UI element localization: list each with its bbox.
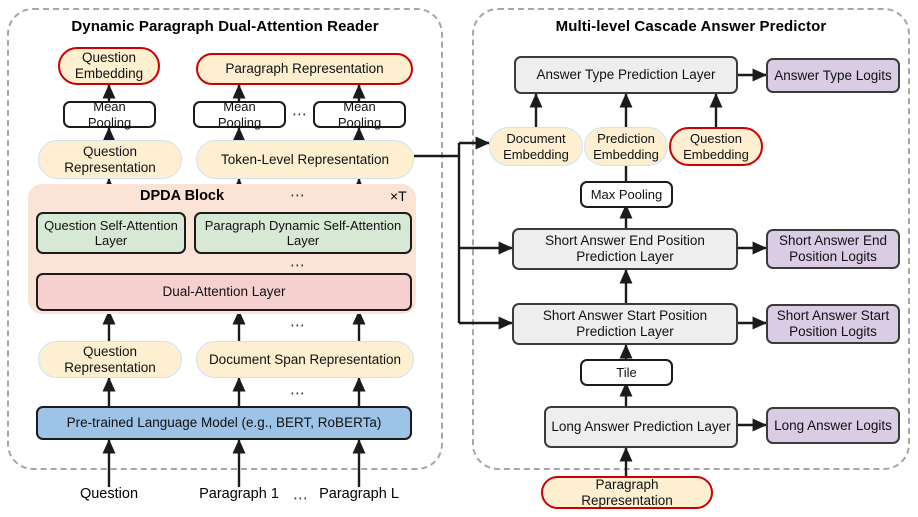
panel-left-title: Dynamic Paragraph Dual-Attention Reader: [71, 18, 379, 35]
node-mean-pooling-paragraph-1[interactable]: Mean Pooling: [193, 99, 286, 130]
node-label: Paragraph Representation: [581, 476, 673, 508]
node-label: Mean Pooling: [87, 99, 132, 130]
node-question-embedding-right[interactable]: Question Embedding: [669, 127, 763, 166]
node-label: Short Answer Start Position Logits: [776, 308, 890, 339]
node-answer-type-prediction-layer[interactable]: Answer Type Prediction Layer: [514, 56, 738, 94]
ellipsis-dpda-mid: ⋯: [290, 257, 306, 274]
node-label: Pre-trained Language Model (e.g., BERT, …: [66, 415, 382, 431]
node-long-answer-prediction-layer[interactable]: Long Answer Prediction Layer: [544, 406, 738, 448]
node-label: Answer Type Prediction Layer: [536, 67, 716, 83]
input-label-question: Question: [79, 486, 139, 502]
node-token-level-representation[interactable]: Token-Level Representation: [196, 140, 414, 179]
ellipsis-mean-pooling: ⋯: [292, 106, 308, 123]
node-label: Question Representation: [64, 343, 156, 375]
node-document-span-representation[interactable]: Document Span Representation: [196, 341, 414, 378]
node-label: Paragraph Representation: [225, 61, 384, 77]
node-dual-attention-layer[interactable]: Dual-Attention Layer: [36, 273, 412, 311]
node-short-answer-start-position-logits[interactable]: Short Answer Start Position Logits: [766, 304, 900, 344]
node-question-self-attention-layer[interactable]: Question Self-Attention Layer: [36, 212, 186, 254]
node-label: Max Pooling: [590, 186, 663, 202]
dpda-repeat-marker: ×T: [390, 188, 407, 204]
node-label: Tile: [616, 364, 637, 380]
node-label: Question Representation: [64, 143, 156, 175]
node-answer-type-logits[interactable]: Answer Type Logits: [766, 58, 900, 93]
node-label: Token-Level Representation: [220, 151, 390, 167]
node-label: Question Embedding: [74, 50, 144, 81]
node-paragraph-dynamic-self-attention-layer[interactable]: Paragraph Dynamic Self-Attention Layer: [194, 212, 412, 254]
ellipsis-dpda-top: ⋯: [290, 187, 306, 204]
node-label: Question Embedding: [683, 131, 749, 162]
node-label: Question Self-Attention Layer: [44, 217, 178, 248]
node-label: Mean Pooling: [217, 99, 262, 130]
node-paragraph-representation-right[interactable]: Paragraph Representation: [541, 476, 713, 509]
node-max-pooling[interactable]: Max Pooling: [580, 181, 673, 208]
node-pretrained-language-model[interactable]: Pre-trained Language Model (e.g., BERT, …: [36, 406, 412, 440]
node-question-representation-top[interactable]: Question Representation: [38, 140, 182, 179]
node-label: Long Answer Prediction Layer: [551, 419, 731, 435]
node-mean-pooling-question[interactable]: Mean Pooling: [63, 99, 156, 130]
node-label: Prediction Embedding: [593, 131, 659, 162]
node-label: Paragraph Dynamic Self-Attention Layer: [204, 217, 402, 248]
node-label: Document Embedding: [503, 131, 569, 162]
input-label-paragraph-l: Paragraph L: [319, 486, 399, 502]
node-label: Answer Type Logits: [774, 67, 892, 83]
node-mean-pooling-paragraph-l[interactable]: Mean Pooling: [313, 99, 406, 130]
node-short-answer-end-position-prediction-layer[interactable]: Short Answer End Position Prediction Lay…: [512, 228, 738, 270]
node-label: Long Answer Logits: [774, 417, 892, 433]
diagram-canvas: Dynamic Paragraph Dual-Attention Reader …: [0, 0, 918, 517]
node-short-answer-end-position-logits[interactable]: Short Answer End Position Logits: [766, 229, 900, 269]
node-question-representation-bottom[interactable]: Question Representation: [38, 341, 182, 378]
panel-right-title: Multi-level Cascade Answer Predictor: [555, 18, 827, 35]
node-short-answer-start-position-prediction-layer[interactable]: Short Answer Start Position Prediction L…: [512, 303, 738, 345]
ellipsis-above-plm: ⋯: [290, 385, 306, 402]
node-label: Short Answer Start Position Prediction L…: [542, 308, 708, 339]
node-label: Document Span Representation: [208, 351, 402, 367]
node-document-embedding[interactable]: Document Embedding: [489, 127, 583, 166]
node-label: Short Answer End Position Logits: [778, 233, 888, 264]
dpda-block-title: DPDA Block: [140, 188, 225, 204]
node-question-embedding-left[interactable]: Question Embedding: [58, 47, 160, 85]
node-tile[interactable]: Tile: [580, 359, 673, 386]
node-long-answer-logits[interactable]: Long Answer Logits: [766, 407, 900, 444]
node-label: Short Answer End Position Prediction Lay…: [545, 233, 705, 264]
node-prediction-embedding[interactable]: Prediction Embedding: [584, 127, 668, 166]
ellipsis-below-dpda: ⋯: [290, 317, 306, 334]
input-label-paragraph-1: Paragraph 1: [199, 486, 279, 502]
node-paragraph-representation-left[interactable]: Paragraph Representation: [196, 53, 413, 85]
node-label: Mean Pooling: [337, 99, 382, 130]
node-label: Dual-Attention Layer: [162, 284, 286, 300]
